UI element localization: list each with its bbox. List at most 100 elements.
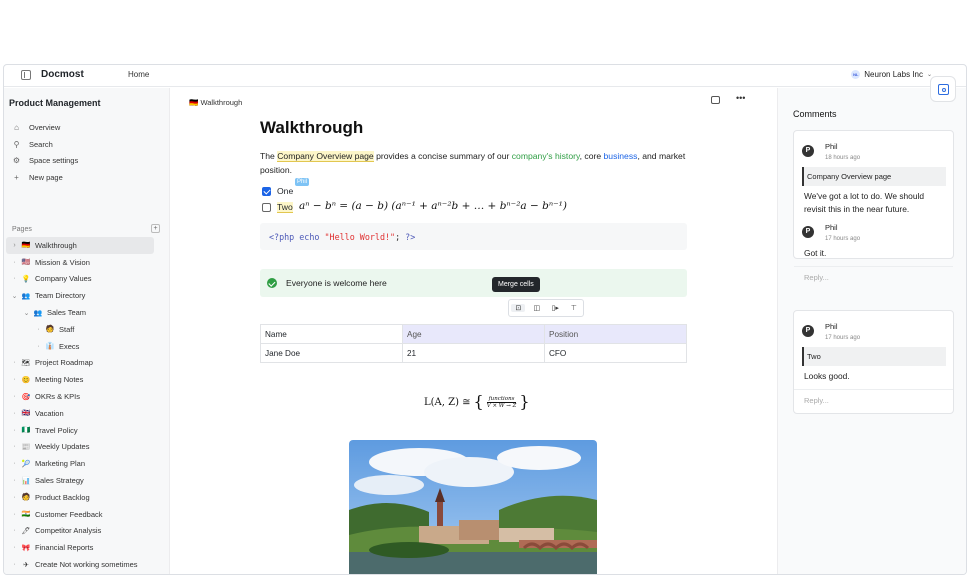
sidebar-page-item[interactable]: · 🧑 Product Backlog xyxy=(4,489,170,506)
expand-chevron-icon[interactable]: · xyxy=(10,427,19,434)
comment-icon[interactable] xyxy=(711,96,720,104)
column-options-icon[interactable]: ▯▸ xyxy=(548,304,562,312)
expand-chevron-icon[interactable]: ⌄ xyxy=(10,292,19,300)
table-cell[interactable]: Jane Doe xyxy=(260,343,403,363)
nav-space-settings[interactable]: ⚙ Space settings xyxy=(4,152,170,169)
expand-chevron-icon[interactable]: · xyxy=(10,410,19,417)
page-label: Execs xyxy=(59,341,80,351)
intro-paragraph[interactable]: The Company Overview page provides a con… xyxy=(260,149,690,177)
sidebar-page-item[interactable]: ⌄ 👥 Sales Team xyxy=(4,304,170,321)
sidebar-page-item[interactable]: · 🗺 Project Roadmap xyxy=(4,355,170,372)
expand-chevron-icon[interactable]: › xyxy=(10,242,19,249)
comment-highlight-link[interactable]: Company Overview page xyxy=(277,151,374,162)
expand-chevron-icon[interactable]: · xyxy=(10,259,19,266)
sidebar-page-item[interactable]: · 😊 Meeting Notes xyxy=(4,371,170,388)
page-label: OKRs & KPIs xyxy=(35,392,81,402)
sidebar-page-item[interactable]: · 🇮🇳 Customer Feedback xyxy=(4,506,170,523)
nav-new-page[interactable]: + New page xyxy=(4,169,170,186)
sidebar-page-item[interactable]: · 🖊 Competitor Analysis xyxy=(4,523,170,540)
sidebar: Product Management ⌂ Overview ⚲ Search ⚙ Sp… xyxy=(4,88,170,574)
gear-icon: ⚙ xyxy=(12,156,21,166)
expand-chevron-icon[interactable]: ⌄ xyxy=(22,309,31,317)
sidebar-page-item[interactable]: · 💡 Company Values xyxy=(4,271,170,288)
app-brand[interactable]: Docmost xyxy=(41,69,84,80)
expand-chevron-icon[interactable]: · xyxy=(34,343,43,350)
sidebar-page-item[interactable]: · 🇺🇸 Mission & Vision xyxy=(4,254,170,271)
table-cell[interactable]: CFO xyxy=(544,343,687,363)
page-emoji-icon: 🇳🇬 xyxy=(21,427,31,435)
expand-chevron-icon[interactable]: · xyxy=(10,359,19,366)
breadcrumb[interactable]: 🇩🇪 Walkthrough xyxy=(189,98,242,107)
reply-input[interactable]: Reply... xyxy=(794,266,953,290)
sidebar-page-item[interactable]: · 📊 Sales Strategy xyxy=(4,472,170,489)
more-menu-icon[interactable]: ••• xyxy=(736,93,745,103)
expand-chevron-icon[interactable]: · xyxy=(10,544,19,551)
block-math[interactable]: L(A, Z) ≅ { functions V × W → Z } xyxy=(424,394,530,410)
expand-chevron-icon[interactable]: · xyxy=(10,527,19,534)
nav-overview[interactable]: ⌂ Overview xyxy=(4,119,170,136)
sidebar-page-item[interactable]: · 🎀 Financial Reports xyxy=(4,539,170,556)
split-cell-icon[interactable]: ◫ xyxy=(530,304,544,312)
history-link[interactable]: company's history xyxy=(512,151,580,161)
space-title[interactable]: Product Management xyxy=(9,98,101,108)
workspace-switcher[interactable]: NL Neuron Labs Inc ⌄ xyxy=(851,70,932,79)
home-link[interactable]: Home xyxy=(128,70,149,79)
sidebar-page-item[interactable]: · ✈ Create Not working sometimes xyxy=(4,556,170,573)
expand-chevron-icon[interactable]: · xyxy=(10,393,19,400)
task-label[interactable]: Two xyxy=(277,202,293,213)
merge-cells-icon[interactable]: ⊡ xyxy=(511,304,526,312)
code-block[interactable]: <?php echo "Hello World!"; ?> xyxy=(260,223,687,250)
expand-chevron-icon[interactable]: · xyxy=(10,460,19,467)
editor: 🇩🇪 Walkthrough ••• Walkthrough The Compa… xyxy=(171,88,776,574)
expand-chevron-icon[interactable]: · xyxy=(10,511,19,518)
breadcrumb-emoji: 🇩🇪 xyxy=(189,98,199,107)
code-token: <?php xyxy=(269,232,295,242)
code-token: ; xyxy=(395,232,401,242)
page-label: Create Not working sometimes xyxy=(35,560,138,570)
comment: P Phil 17 hours ago xyxy=(794,216,953,254)
task-checkbox[interactable] xyxy=(262,203,271,212)
check-circle-icon xyxy=(267,278,277,288)
reply-input[interactable]: Reply... xyxy=(794,389,953,413)
sidebar-page-item[interactable]: · 🎯 OKRs & KPIs xyxy=(4,388,170,405)
table-cell-selected[interactable]: Position xyxy=(544,324,687,344)
comment-thread: P Phil 17 hours ago Two Looks good. Repl… xyxy=(793,310,954,414)
sidebar-page-item[interactable]: · 🎾 Marketing Plan xyxy=(4,455,170,472)
expand-chevron-icon[interactable]: · xyxy=(10,275,19,282)
page-title[interactable]: Walkthrough xyxy=(260,118,363,138)
page-emoji-icon: 🇬🇧 xyxy=(21,410,31,418)
task-checkbox[interactable] xyxy=(262,186,271,196)
screenshot-button[interactable] xyxy=(930,76,956,102)
business-link[interactable]: business xyxy=(604,151,638,161)
sidebar-page-item[interactable]: ·🎉Company Events xyxy=(4,573,170,574)
sidebar-page-item[interactable]: · 🧑 Staff xyxy=(4,321,170,338)
table-cell-selected[interactable]: Age xyxy=(402,324,545,344)
comment: P Phil 17 hours ago xyxy=(794,311,953,354)
expand-chevron-icon[interactable]: · xyxy=(10,494,19,501)
code-token: "Hello World!" xyxy=(324,232,396,242)
sidebar-page-item[interactable]: · 🇬🇧 Vacation xyxy=(4,405,170,422)
task-label[interactable]: One xyxy=(277,186,293,196)
inline-math[interactable]: aⁿ − bⁿ = (a − b) (aⁿ⁻¹ + aⁿ⁻²b + … + bⁿ… xyxy=(299,200,567,212)
expand-chevron-icon[interactable]: · xyxy=(34,326,43,333)
sidebar-page-item[interactable]: · 🇳🇬 Travel Policy xyxy=(4,422,170,439)
sidebar-page-item[interactable]: · 👔 Execs xyxy=(4,338,170,355)
sidebar-toggle-icon[interactable] xyxy=(21,70,31,80)
callout-block[interactable]: Everyone is welcome here xyxy=(260,269,687,297)
sidebar-page-item[interactable]: ⌄ 👥 Team Directory xyxy=(4,287,170,304)
expand-chevron-icon[interactable]: · xyxy=(10,376,19,383)
heidelberg-photo[interactable] xyxy=(349,440,597,574)
table-cell[interactable]: Name xyxy=(260,324,403,344)
sidebar-page-item[interactable]: · 📰 Weekly Updates xyxy=(4,439,170,456)
sidebar-page-item[interactable]: › 🇩🇪 Walkthrough xyxy=(6,237,154,254)
expand-chevron-icon[interactable]: · xyxy=(10,561,19,568)
comment-time: 17 hours ago xyxy=(825,236,861,242)
nav-search[interactable]: ⚲ Search xyxy=(4,136,170,153)
expand-chevron-icon[interactable]: · xyxy=(10,477,19,484)
toggle-header-icon[interactable]: ⊤ xyxy=(567,304,581,312)
math-bottom: V × W → Z xyxy=(486,402,517,409)
table-cell[interactable]: 21 xyxy=(402,343,545,363)
add-page-button[interactable]: + xyxy=(151,224,160,233)
page-emoji-icon: 👥 xyxy=(33,309,43,317)
expand-chevron-icon[interactable]: · xyxy=(10,443,19,450)
